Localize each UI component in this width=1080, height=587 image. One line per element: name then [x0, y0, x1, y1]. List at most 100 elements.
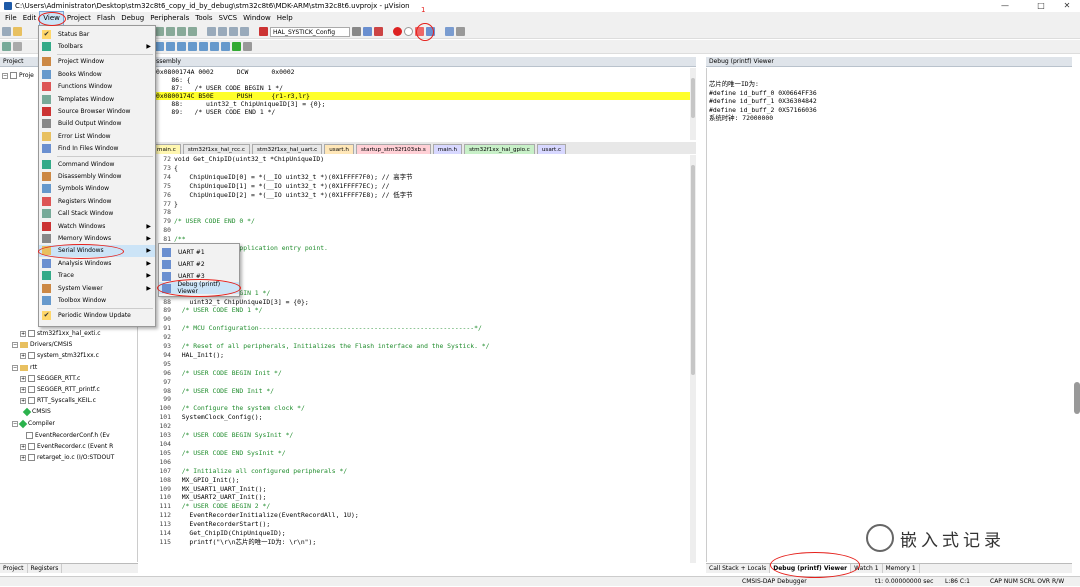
uncomment-icon[interactable]	[240, 27, 249, 36]
menu-item-memory-windows[interactable]: Memory Windows ▶	[39, 232, 155, 244]
tree-item[interactable]: + EventRecorder.c (Event R	[20, 443, 113, 450]
code-line: void Get_ChipID(uint32_t *ChipUniqueID)	[174, 155, 325, 163]
target-icon[interactable]	[259, 27, 268, 36]
menu-item-error-list-window[interactable]: Error List Window	[39, 130, 155, 142]
code-editor[interactable]: 7273747576777879808182838485868788899091…	[140, 155, 696, 563]
menu-tools[interactable]: Tools	[192, 12, 215, 25]
menu-flash[interactable]: Flash	[94, 12, 118, 25]
menu-item-system-viewer[interactable]: System Viewer ▶	[39, 282, 155, 294]
menu-item-registers-window[interactable]: Registers Window	[39, 195, 155, 207]
tree-item[interactable]: EventRecorderConf.h (Ev	[26, 432, 110, 439]
analysis-window-icon[interactable]	[232, 42, 241, 51]
menu-item-status-bar[interactable]: ✔ Status Bar	[39, 28, 155, 40]
menu-item-call-stack-window[interactable]: Call Stack Window	[39, 208, 155, 220]
serial-window-icon[interactable]	[221, 42, 230, 51]
menu-item-uart1[interactable]: UART #1	[159, 246, 239, 258]
tree-item[interactable]: + SEGGER_RTT.c	[20, 375, 80, 382]
breakpoint-disable-icon[interactable]	[404, 27, 413, 36]
menu-item-build-output-window[interactable]: Build Output Window	[39, 118, 155, 130]
indent-icon[interactable]	[207, 27, 216, 36]
menu-window[interactable]: Window	[240, 12, 274, 25]
editor-tab[interactable]: main.c	[152, 144, 181, 154]
editor-tab[interactable]: main.h	[432, 144, 463, 154]
bookmark-icon[interactable]	[155, 27, 164, 36]
tree-component[interactable]: CMSIS	[22, 407, 51, 416]
target-combo[interactable]: HAL_SYSTICK_Config	[270, 26, 350, 37]
menu-item-disassembly-window[interactable]: Disassembly Window	[39, 170, 155, 182]
find-icon[interactable]	[363, 27, 372, 36]
menu-edit[interactable]: Edit	[20, 12, 40, 25]
disassembly-window-icon[interactable]	[155, 42, 164, 51]
menu-project[interactable]: Project	[64, 12, 94, 25]
editor-tab[interactable]: usart.c	[536, 144, 567, 154]
tab-memory1[interactable]: Memory 1	[883, 564, 920, 573]
tree-root[interactable]: − Proje	[2, 72, 34, 79]
debug-session-icon[interactable]	[374, 27, 383, 36]
editor-tab[interactable]: usart.h	[324, 144, 354, 154]
debug-printf-viewer[interactable]: 芯片的唯一ID为: #define id_buff_0 0X0664FF36 #…	[706, 68, 1072, 562]
editor-tab[interactable]: stm32f1xx_hal_uart.c	[251, 144, 323, 154]
menu-item-toolbox-window[interactable]: Toolbox Window	[39, 294, 155, 306]
menu-item-periodic-window-update[interactable]: ✔ Periodic Window Update	[39, 310, 155, 322]
menu-item-symbols-window[interactable]: Symbols Window	[39, 183, 155, 195]
watch-window-icon[interactable]	[199, 42, 208, 51]
editor-tab[interactable]: startup_stm32f103xb.s	[355, 144, 431, 154]
menu-item-watch-windows[interactable]: Watch Windows ▶	[39, 220, 155, 232]
tree-item[interactable]: + RTT_Syscalls_KEIL.c	[20, 397, 96, 404]
dropdown-icon[interactable]	[352, 27, 361, 36]
toolbox-icon[interactable]	[243, 42, 252, 51]
reset-icon[interactable]	[2, 42, 11, 51]
unindent-icon[interactable]	[218, 27, 227, 36]
menu-item-source-browser-window[interactable]: Source Browser Window	[39, 105, 155, 117]
menu-item-toolbars[interactable]: Toolbars ▶	[39, 40, 155, 52]
menu-item-uart2[interactable]: UART #2	[159, 258, 239, 270]
editor-tab[interactable]: stm32f1xx_hal_gpio.c	[464, 144, 535, 154]
settings-wrench-icon[interactable]	[456, 27, 465, 36]
close-button[interactable]: ✕	[1052, 0, 1080, 12]
tree-component[interactable]: − Compiler	[12, 419, 55, 428]
config-window-icon[interactable]	[445, 27, 454, 36]
menu-item-functions-window[interactable]: Functions Window	[39, 81, 155, 93]
tree-item[interactable]: + retarget_io.c (I/O:STDOUT	[20, 454, 114, 461]
breakpoint-icon[interactable]	[393, 27, 402, 36]
disasm-scrollbar[interactable]	[690, 68, 696, 140]
bookmark-prev-icon[interactable]	[166, 27, 175, 36]
symbols-window-icon[interactable]	[166, 42, 175, 51]
menu-item-templates-window[interactable]: Templates Window	[39, 93, 155, 105]
bookmark-next-icon[interactable]	[177, 27, 186, 36]
menu-file[interactable]: File	[2, 12, 20, 25]
tree-item[interactable]: + system_stm32f1xx.c	[20, 352, 99, 359]
tree-folder[interactable]: − rtt	[12, 364, 37, 371]
tab-callstack[interactable]: Call Stack + Locals	[706, 564, 771, 573]
side-scroll-handle[interactable]	[1074, 382, 1080, 414]
menu-svcs[interactable]: SVCS	[216, 12, 241, 25]
new-file-icon[interactable]	[2, 27, 11, 36]
menu-peripherals[interactable]: Peripherals	[147, 12, 192, 25]
folder-icon	[20, 364, 28, 371]
disassembly-window[interactable]: 0x0800174A 0002 DCW 0x0002 86: { 87: /* …	[140, 68, 696, 140]
callstack-window-icon[interactable]	[188, 42, 197, 51]
editor-scrollbar[interactable]	[690, 155, 696, 563]
editor-tab[interactable]: stm32f1xx_hal_rcc.c	[182, 144, 250, 154]
menu-item-project-window[interactable]: Project Window	[39, 56, 155, 68]
bookmark-clear-icon[interactable]	[188, 27, 197, 36]
menu-item-find-in-files-window[interactable]: Find In Files Window	[39, 143, 155, 155]
run-icon[interactable]	[13, 42, 22, 51]
menu-item-trace[interactable]: Trace ▶	[39, 270, 155, 282]
tree-folder[interactable]: − Drivers/CMSIS	[12, 341, 72, 348]
registers-window-icon[interactable]	[177, 42, 186, 51]
code-area[interactable]: void Get_ChipID(uint32_t *ChipUniqueID){…	[174, 155, 690, 563]
minimize-button[interactable]: —	[990, 0, 1020, 12]
tree-item[interactable]: + SEGGER_RTT_printf.c	[20, 386, 100, 393]
menu-help[interactable]: Help	[274, 12, 296, 25]
tree-item[interactable]: + stm32f1xx_hal_exti.c	[20, 330, 101, 337]
memory-window-icon[interactable]	[210, 42, 219, 51]
menu-item-command-window[interactable]: Command Window	[39, 158, 155, 170]
comment-icon[interactable]	[229, 27, 238, 36]
tab-registers[interactable]: Registers	[28, 564, 63, 573]
menu-item-books-window[interactable]: Books Window	[39, 68, 155, 80]
menu-item-analysis-windows[interactable]: Analysis Windows ▶	[39, 257, 155, 269]
tab-project[interactable]: Project	[0, 564, 28, 573]
menu-debug[interactable]: Debug	[118, 12, 147, 25]
open-folder-icon[interactable]	[13, 27, 22, 36]
